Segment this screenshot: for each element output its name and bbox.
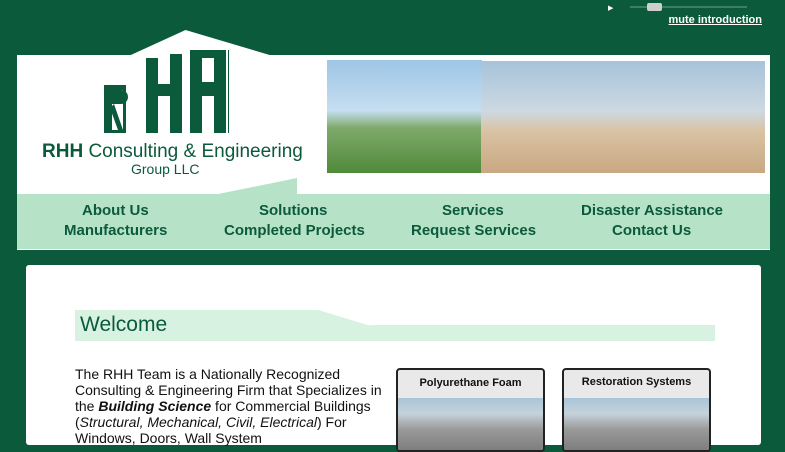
nav-completed-projects[interactable]: Completed Projects (224, 222, 365, 239)
company-name-line2: Group LLC (131, 161, 200, 177)
play-icon[interactable]: ▶ (608, 4, 613, 12)
welcome-heading: Welcome (80, 313, 168, 336)
nav-about-us[interactable]: About Us (82, 202, 149, 219)
card-restoration-systems[interactable]: Restoration Systems (562, 368, 711, 452)
nav-contact-us[interactable]: Contact Us (612, 222, 691, 239)
mute-introduction-link[interactable]: mute introduction (669, 14, 763, 26)
nav-disaster-assistance[interactable]: Disaster Assistance (581, 202, 723, 219)
nav-request-services[interactable]: Request Services (411, 222, 536, 239)
card-image (398, 398, 543, 450)
card-title: Polyurethane Foam (419, 377, 522, 389)
card-image (564, 398, 709, 450)
card-title: Restoration Systems (581, 376, 692, 388)
rhh-logo-graphic (104, 50, 229, 133)
card-polyurethane-foam[interactable]: Polyurethane Foam (396, 368, 545, 452)
nav-solutions[interactable]: Solutions (259, 202, 327, 219)
header-photo-skylight (481, 61, 765, 173)
intro-paragraph: The RHH Team is a Nationally Recognized … (75, 366, 382, 446)
nav-services[interactable]: Services (442, 202, 504, 219)
nav-manufacturers[interactable]: Manufacturers (64, 222, 167, 239)
audio-slider-knob[interactable] (647, 3, 662, 11)
welcome-banner-stripe (370, 325, 715, 341)
header-photo-building (327, 60, 482, 173)
company-name: RHH Consulting & Engineering (42, 141, 303, 162)
